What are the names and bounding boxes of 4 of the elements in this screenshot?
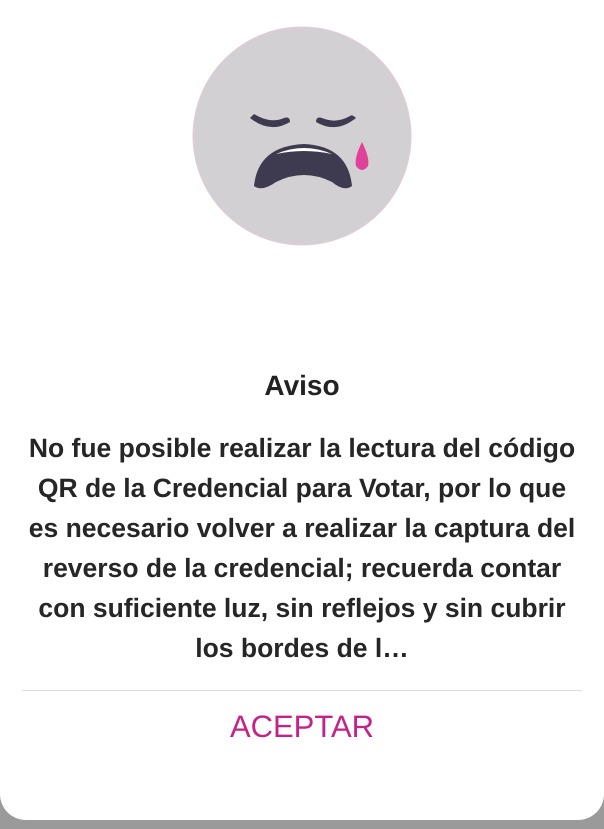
accept-button[interactable]: ACEPTAR — [220, 705, 384, 749]
sad-face-icon — [192, 26, 412, 246]
dialog-message: No fue posible realizar la lectura del código QR de la Credencial para Votar, por lo que es necesario volver a realizar la captura del reverso de la credencial; recuerda contar con suficiente luz, sin reflejos y sin cubrir los bordes de l… — [28, 432, 576, 665]
dialog-title: Aviso — [264, 370, 340, 402]
